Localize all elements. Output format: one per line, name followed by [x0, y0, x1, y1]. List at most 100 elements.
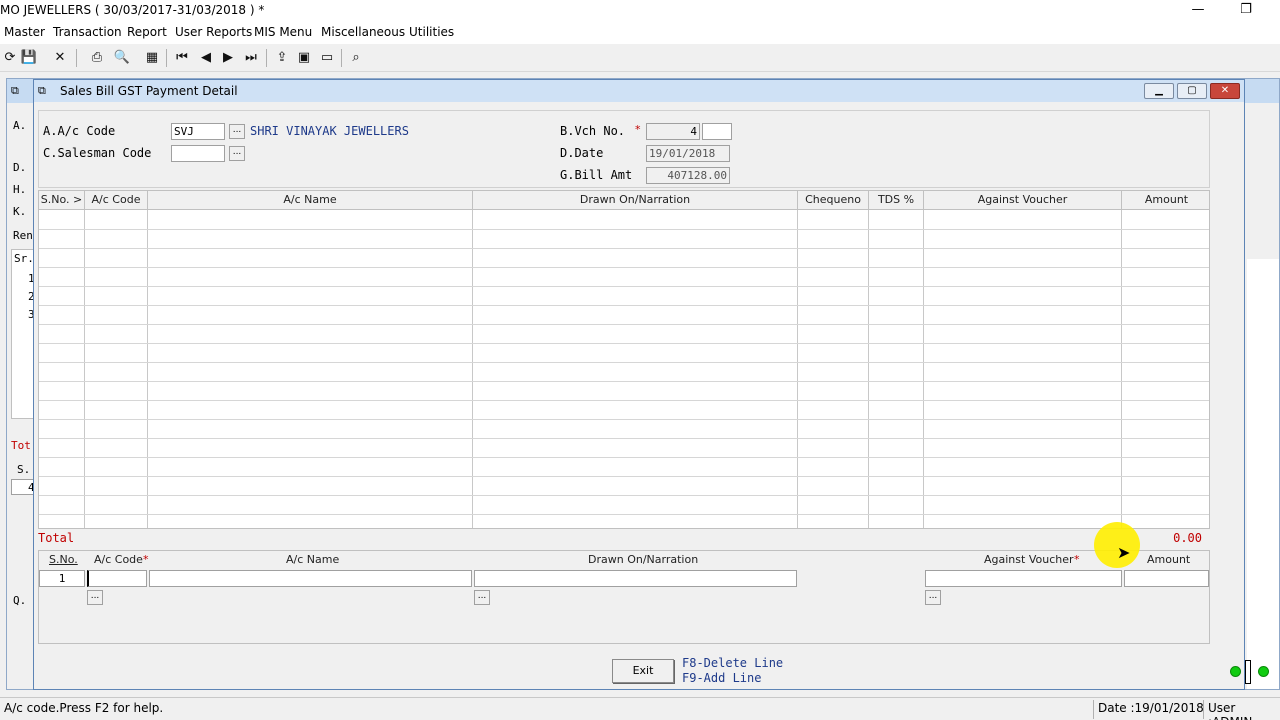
- toolbar-separator: [76, 49, 77, 67]
- entry-sno-header: S.No.: [49, 553, 78, 566]
- col-ac-code[interactable]: A/c Code: [85, 191, 148, 210]
- status-indicator-icon: [1230, 666, 1241, 677]
- restore-button[interactable]: ❐: [1236, 2, 1256, 17]
- ac-code-lookup-button[interactable]: ...: [229, 124, 245, 139]
- menu-transaction[interactable]: Transaction: [53, 25, 122, 39]
- dialog-title: Sales Bill GST Payment Detail: [60, 84, 238, 98]
- menu-utilities[interactable]: Utilities: [409, 25, 454, 39]
- bg-label-k: K.: [13, 205, 27, 218]
- bg-input[interactable]: 4: [11, 479, 35, 495]
- vch-no-input[interactable]: 4: [646, 123, 700, 140]
- table-row: [39, 400, 1209, 401]
- bg-label-ren: Ren: [13, 229, 33, 242]
- print-icon[interactable]: ⎙: [87, 48, 107, 68]
- dialog-restore-button[interactable]: ▢: [1177, 83, 1207, 99]
- salesman-lookup-button[interactable]: ...: [229, 146, 245, 161]
- mouse-pointer-icon: ➤: [1117, 543, 1131, 562]
- col-tds[interactable]: TDS %: [869, 191, 924, 210]
- bg-right-panel: [1247, 259, 1279, 689]
- entry-narration-lookup-button[interactable]: ...: [474, 590, 490, 605]
- hint-delete-line: F8-Delete Line: [682, 656, 784, 670]
- table-row: [39, 438, 1209, 439]
- entry-ac-name-header: A/c Name: [286, 553, 340, 566]
- status-indicator-icon: [1258, 666, 1269, 677]
- close-icon[interactable]: ✕: [50, 48, 70, 68]
- entry-against-voucher-lookup-button[interactable]: ...: [925, 590, 941, 605]
- date-input[interactable]: 19/01/2018: [646, 145, 730, 162]
- menu-report[interactable]: Report: [127, 25, 167, 39]
- col-chequeno[interactable]: Chequeno: [798, 191, 869, 210]
- menu-user-reports[interactable]: User Reports: [175, 25, 252, 39]
- table-row: [39, 343, 1209, 344]
- entry-amount-header: Amount: [1147, 553, 1191, 566]
- hint-add-line: F9-Add Line: [682, 671, 762, 685]
- previous-record-icon[interactable]: ◀: [196, 48, 216, 68]
- table-row: [39, 419, 1209, 420]
- grid-divider: [868, 210, 869, 528]
- status-divider: [1093, 700, 1094, 719]
- menu-miscellaneous[interactable]: Miscellaneous: [321, 25, 405, 39]
- next-record-icon[interactable]: ▶: [218, 48, 238, 68]
- col-amount[interactable]: Amount: [1122, 191, 1209, 210]
- first-record-icon[interactable]: ⏮: [172, 48, 192, 68]
- dialog-close-button[interactable]: ✕: [1210, 83, 1240, 99]
- salesman-code-label: C.Salesman Code: [43, 146, 152, 160]
- print-preview-icon[interactable]: 🔍: [112, 48, 132, 68]
- table-row: [39, 476, 1209, 477]
- ac-code-input[interactable]: SVJ: [171, 123, 225, 140]
- payment-grid[interactable]: S.No. > A/c Code A/c Name Drawn On/Narra…: [38, 190, 1210, 529]
- ac-code-label: A.A/c Code: [43, 124, 116, 138]
- col-ac-name[interactable]: A/c Name: [148, 191, 473, 210]
- col-against-voucher[interactable]: Against Voucher: [924, 191, 1122, 210]
- header-fields-panel: A.A/c Code SVJ ... SHRI VINAYAK JEWELLER…: [38, 110, 1210, 188]
- calculator-icon[interactable]: ▦: [142, 48, 162, 68]
- find-binoculars-icon[interactable]: ⌕: [346, 48, 366, 68]
- status-date: Date :19/01/2018: [1098, 701, 1204, 715]
- entry-narration-input[interactable]: [474, 570, 797, 587]
- grid-divider: [147, 210, 148, 528]
- bg-total-label: Tot: [11, 439, 31, 452]
- vch-no-label: B.Vch No.: [560, 124, 626, 138]
- dialog-minimize-button[interactable]: ▁: [1144, 83, 1174, 99]
- col-narration[interactable]: Drawn On/Narration: [473, 191, 798, 210]
- entry-amount-input[interactable]: [1124, 570, 1209, 587]
- entry-against-voucher-header: Against Voucher: [984, 553, 1074, 566]
- grid-divider: [1121, 210, 1122, 528]
- export-icon[interactable]: ⇪: [272, 48, 292, 68]
- menu-mis-menu[interactable]: MIS Menu: [254, 25, 312, 39]
- monitor-icon[interactable]: ▭: [317, 48, 337, 68]
- minimize-button[interactable]: —: [1188, 2, 1208, 17]
- last-record-icon[interactable]: ⏭: [241, 48, 261, 68]
- entry-against-voucher-input[interactable]: [925, 570, 1122, 587]
- refresh-icon[interactable]: ⟳: [0, 48, 20, 68]
- status-help-text: A/c code.Press F2 for help.: [4, 701, 164, 715]
- entry-ac-code-lookup-button[interactable]: ...: [87, 590, 103, 605]
- bg-grid: Sr. 1 2 3: [11, 249, 35, 419]
- table-row: [39, 248, 1209, 249]
- payment-detail-dialog: ⧉ Sales Bill GST Payment Detail ▁ ▢ ✕ A.…: [33, 79, 1245, 690]
- grid-divider: [84, 210, 85, 528]
- salesman-code-input[interactable]: [171, 145, 225, 162]
- vch-required-marker: *: [635, 123, 641, 136]
- bg-label-q: Q.: [13, 594, 27, 607]
- status-divider: [1203, 700, 1204, 719]
- bg-label-h: H.: [13, 183, 27, 196]
- bill-amt-input[interactable]: 407128.00: [646, 167, 730, 184]
- table-row: [39, 381, 1209, 382]
- entry-ac-code-input[interactable]: [87, 570, 147, 587]
- dialog-title-bar: ⧉ Sales Bill GST Payment Detail ▁ ▢ ✕: [34, 80, 1244, 102]
- exit-button[interactable]: Exit: [612, 659, 674, 683]
- image-icon[interactable]: ▣: [294, 48, 314, 68]
- entry-sno-input[interactable]: 1: [39, 570, 85, 587]
- app-title-bar: MO JEWELLERS ( 30/03/2017-31/03/2018 ) *…: [0, 0, 1280, 22]
- menu-master[interactable]: Master: [4, 25, 45, 39]
- grid-divider: [923, 210, 924, 528]
- table-row: [39, 362, 1209, 363]
- table-row: [39, 229, 1209, 230]
- vch-suffix-input[interactable]: [702, 123, 732, 140]
- save-icon[interactable]: 💾: [19, 48, 39, 68]
- grid-divider: [472, 210, 473, 528]
- entry-ac-name-input[interactable]: [149, 570, 472, 587]
- status-user: User :ADMIN: [1208, 701, 1252, 720]
- col-sno[interactable]: S.No. >: [39, 191, 85, 210]
